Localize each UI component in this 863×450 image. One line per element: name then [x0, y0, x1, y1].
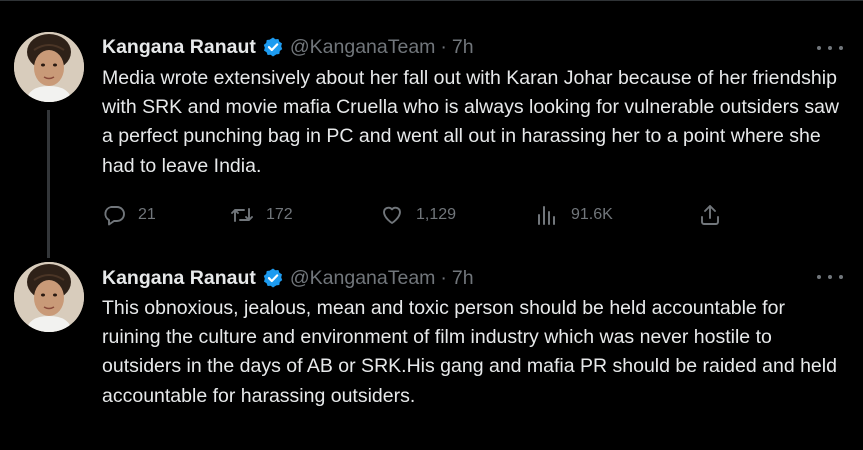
- retweet-icon: [231, 208, 253, 222]
- verified-badge-icon: [262, 36, 284, 58]
- separator-dot: ·: [440, 266, 447, 289]
- tweet-text: Media wrote extensively about her fall o…: [102, 67, 840, 177]
- heart-icon: [383, 206, 401, 224]
- author-name[interactable]: Kangana Ranaut: [102, 267, 256, 290]
- tweet[interactable]: Kangana Ranaut @KanganaTeam · 7h Media w…: [0, 0, 863, 258]
- author-handle[interactable]: @KanganaTeam: [290, 267, 436, 290]
- like-button[interactable]: 1,129: [380, 200, 456, 230]
- verified-badge-icon: [262, 267, 284, 289]
- more-icon[interactable]: [817, 267, 843, 287]
- share-icon: [701, 205, 719, 225]
- views-button[interactable]: 91.6K: [535, 200, 613, 230]
- timestamp[interactable]: 7h: [452, 267, 474, 290]
- more-icon[interactable]: [817, 38, 843, 58]
- reply-icon: [104, 206, 125, 226]
- tweet-header: Kangana Ranaut @KanganaTeam · 7h: [102, 266, 474, 290]
- tweet[interactable]: Kangana Ranaut @KanganaTeam · 7h This ob…: [0, 258, 863, 450]
- tweet-actions: 21 172 1,129 91.6K: [102, 200, 722, 230]
- retweet-count: 172: [266, 206, 293, 223]
- author-name[interactable]: Kangana Ranaut: [102, 36, 256, 59]
- timestamp[interactable]: 7h: [452, 36, 474, 59]
- share-button[interactable]: [698, 200, 722, 230]
- avatar[interactable]: [14, 32, 84, 102]
- view-count: 91.6K: [571, 206, 613, 223]
- tweet-text: This obnoxious, jealous, mean and toxic …: [102, 297, 837, 407]
- separator-dot: ·: [440, 35, 447, 58]
- tweet-header: Kangana Ranaut @KanganaTeam · 7h: [102, 35, 474, 59]
- thread-connector-line: [47, 110, 50, 258]
- views-icon: [538, 206, 555, 225]
- retweet-button[interactable]: 172: [230, 200, 293, 230]
- author-handle[interactable]: @KanganaTeam: [290, 36, 436, 59]
- reply-button[interactable]: 21: [102, 200, 156, 230]
- avatar[interactable]: [14, 262, 84, 332]
- reply-count: 21: [138, 206, 156, 223]
- like-count: 1,129: [416, 206, 457, 223]
